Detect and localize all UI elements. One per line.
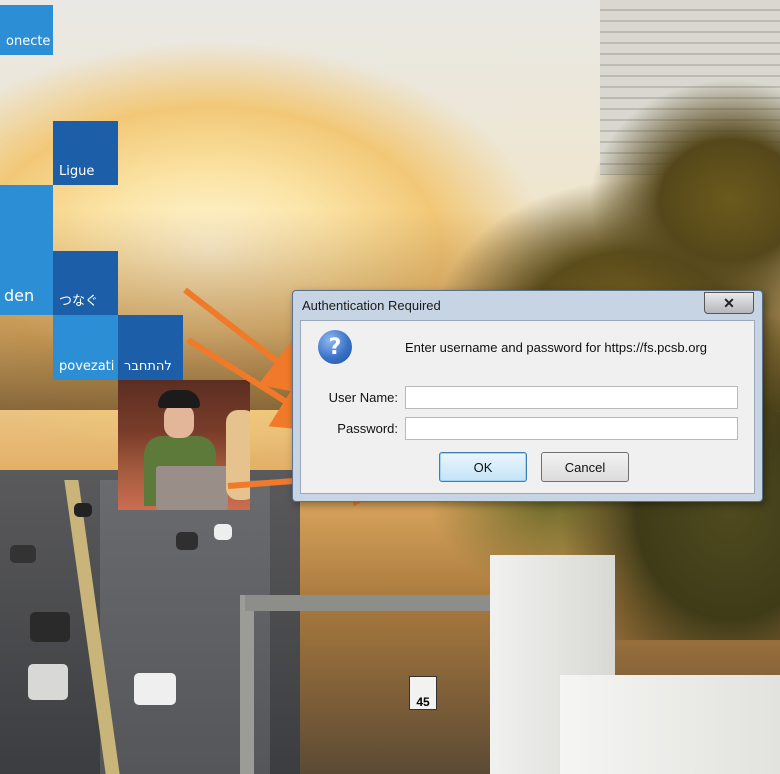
dialog-message: Enter username and password for https://… <box>405 340 708 355</box>
username-label: User Name: <box>328 390 398 405</box>
close-icon: ✕ <box>723 294 735 311</box>
question-icon: ? <box>318 330 352 364</box>
dialog-title: Authentication Required <box>302 298 441 313</box>
authentication-dialog: Authentication Required ✕ ? Enter userna… <box>292 290 763 502</box>
ok-button[interactable]: OK <box>439 452 527 482</box>
password-label: Password: <box>337 421 398 436</box>
arrow-to-username <box>183 287 324 398</box>
cancel-button-label: Cancel <box>564 459 606 475</box>
password-input[interactable] <box>405 417 738 440</box>
close-button[interactable]: ✕ <box>704 292 754 314</box>
dialog-titlebar[interactable]: Authentication Required ✕ <box>293 291 762 319</box>
username-input[interactable] <box>405 386 738 409</box>
cancel-button[interactable]: Cancel <box>541 452 629 482</box>
ok-button-label: OK <box>473 459 493 475</box>
dialog-body: ? Enter username and password for https:… <box>300 320 755 494</box>
